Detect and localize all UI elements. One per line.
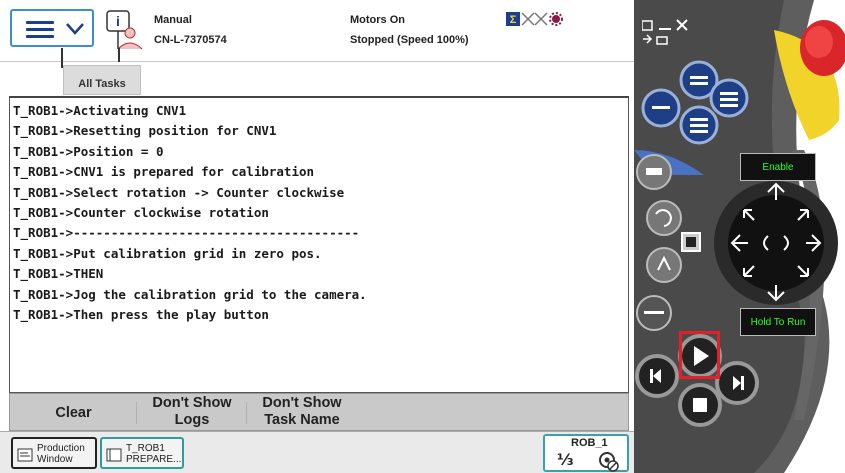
flexpendant-screen: i Manual CN-L-7370574 Motors On Stopped … xyxy=(0,0,634,473)
log-command-bar: Clear Don't Show Logs Don't Show Task Na… xyxy=(9,393,629,431)
dont-show-logs-label: Don't Show xyxy=(152,395,232,411)
minimize-icon xyxy=(659,28,671,30)
dont-show-logs-label: Logs xyxy=(174,412,210,428)
dont-show-task-label: Task Name xyxy=(264,412,340,428)
taskbar-label: T_ROB1 xyxy=(126,443,165,454)
robot-quickset-icon xyxy=(599,452,619,472)
top-status-bar: i Manual CN-L-7370574 Motors On Stopped … xyxy=(0,0,634,68)
log-line: T_ROB1->Then press the play button xyxy=(13,307,269,323)
log-line: T_ROB1->Jog the calibration grid to the … xyxy=(13,286,367,302)
quickset-robot-button[interactable]: ROB_1 ⅓ xyxy=(543,434,629,472)
hw-button-upper[interactable] xyxy=(709,78,749,118)
chevron-down-icon xyxy=(66,23,84,35)
status-flags-icon: Σ xyxy=(506,12,563,26)
pendant-hardware xyxy=(634,0,845,473)
joystick[interactable] xyxy=(714,181,838,305)
dont-show-logs-button[interactable]: Don't Show Logs xyxy=(137,394,247,432)
tree-connector xyxy=(118,48,120,62)
task-window-icon xyxy=(106,448,122,462)
log-line: T_ROB1->--------------------------------… xyxy=(13,225,360,241)
motors-state: Motors On xyxy=(350,14,405,26)
main-menu-button[interactable] xyxy=(10,9,94,47)
taskbar-label: Window xyxy=(37,454,73,465)
hamburger-icon xyxy=(26,21,54,39)
clear-label: Clear xyxy=(55,405,92,421)
task-window-button[interactable]: T_ROB1 PREPARE... xyxy=(100,437,184,469)
close-icon xyxy=(676,19,688,31)
controller-name: CN-L-7370574 xyxy=(154,34,227,46)
tab-all-tasks[interactable]: All Tasks xyxy=(63,65,141,95)
mechanical-unit-select-button[interactable] xyxy=(636,154,672,190)
restore-icon xyxy=(642,20,653,31)
swap-icon xyxy=(643,34,653,44)
dont-show-task-name-button[interactable]: Don't Show Task Name xyxy=(247,394,357,432)
step-forward-button[interactable] xyxy=(715,361,759,405)
hw-button-left[interactable] xyxy=(641,88,681,128)
more-button[interactable] xyxy=(636,295,672,331)
hw-button-center[interactable] xyxy=(679,105,719,145)
operating-mode: Manual xyxy=(154,14,192,26)
task-fraction: ⅓ xyxy=(557,450,574,469)
log-panel[interactable]: T_ROB1->Activating CNV1 T_ROB1->Resettin… xyxy=(9,96,629,393)
program-state: Stopped (Speed 100%) xyxy=(350,34,469,46)
log-line: T_ROB1->CNV1 is prepared for calibration xyxy=(13,164,315,180)
production-window-icon xyxy=(17,448,33,462)
taskbar-label: PREPARE... xyxy=(126,454,182,465)
event-log-icon[interactable]: i xyxy=(104,9,144,53)
window-controls xyxy=(642,19,688,45)
log-line: T_ROB1->Counter clockwise rotation xyxy=(13,205,269,221)
increment-button[interactable] xyxy=(646,247,682,283)
log-line: T_ROB1->Select rotation -> Counter clock… xyxy=(13,184,345,200)
taskbar-label: Production xyxy=(37,443,85,454)
log-line: T_ROB1->Activating CNV1 xyxy=(13,103,187,118)
motion-mode-button[interactable] xyxy=(646,200,682,236)
hold-to-run-label: Hold To Run xyxy=(740,308,816,336)
program-stop-button[interactable] xyxy=(678,383,722,427)
camera-icon xyxy=(656,36,668,45)
svg-text:Σ: Σ xyxy=(510,14,517,26)
dont-show-task-label: Don't Show xyxy=(262,395,342,411)
robot-name: ROB_1 xyxy=(571,437,608,449)
play-button-highlight xyxy=(679,331,720,379)
step-backward-button[interactable] xyxy=(635,354,679,398)
production-window-button[interactable]: Production Window xyxy=(11,437,97,469)
enable-device-label: Enable xyxy=(740,153,816,181)
log-line: T_ROB1->Put calibration grid in zero pos… xyxy=(13,245,322,261)
clear-button[interactable]: Clear xyxy=(10,394,137,432)
taskbar: Production Window T_ROB1 PREPARE... ROB_… xyxy=(0,431,634,473)
log-line: T_ROB1->Position = 0 xyxy=(13,143,164,159)
svg-text:i: i xyxy=(116,13,120,29)
log-line: T_ROB1->Resetting position for CNV1 xyxy=(13,123,277,139)
log-line: T_ROB1->THEN xyxy=(13,266,104,282)
